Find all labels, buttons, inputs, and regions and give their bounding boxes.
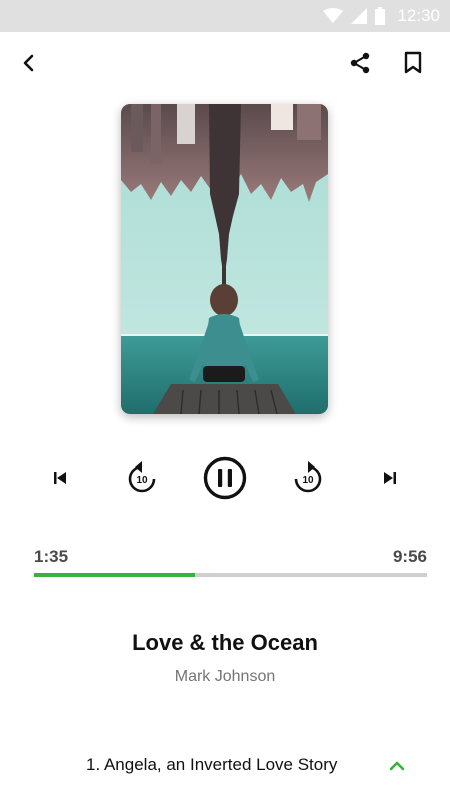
cover-image (121, 104, 328, 414)
rewind-10-button[interactable]: 10 (120, 450, 164, 506)
pause-button[interactable] (199, 450, 251, 506)
book-title: Love & the Ocean (132, 630, 318, 655)
bookmark-button[interactable] (393, 43, 433, 83)
chapter-label: 1. Angela, an Inverted Love Story (86, 755, 338, 774)
skip-previous-button[interactable] (40, 450, 80, 506)
skip-previous-icon (54, 472, 66, 484)
wifi-icon (323, 8, 344, 23)
back-button[interactable] (9, 43, 49, 83)
chapter-selector[interactable]: 1. Angela, an Inverted Love Story (0, 742, 450, 788)
battery-icon (375, 7, 386, 25)
elapsed-time: 1:35 (34, 547, 69, 566)
forward-10-button[interactable]: 10 (286, 450, 330, 506)
share-button[interactable] (340, 43, 380, 83)
skip-next-button[interactable] (370, 450, 410, 506)
share-icon (350, 52, 370, 74)
chevron-left-icon (23, 54, 34, 72)
forward-seconds: 10 (302, 475, 314, 486)
forward-10-icon: 10 (294, 461, 322, 493)
top-app-bar (0, 32, 450, 94)
total-time: 9:56 (392, 547, 427, 566)
rewind-seconds: 10 (136, 475, 148, 486)
status-bar: 12:30 (0, 0, 450, 32)
progress-fill (34, 573, 196, 577)
chevron-up-icon (386, 756, 408, 774)
pause-circle-icon (203, 456, 247, 500)
book-author: Mark Johnson (174, 668, 276, 685)
cover-art (121, 104, 328, 414)
skip-next-icon (384, 472, 396, 484)
playback-controls: 10 10 (0, 450, 450, 506)
replay-10-icon: 10 (128, 461, 156, 493)
bookmark-icon (404, 51, 422, 74)
signal-icon (351, 8, 368, 24)
progress-bar[interactable] (34, 573, 427, 577)
status-time: 12:30 (397, 6, 440, 25)
